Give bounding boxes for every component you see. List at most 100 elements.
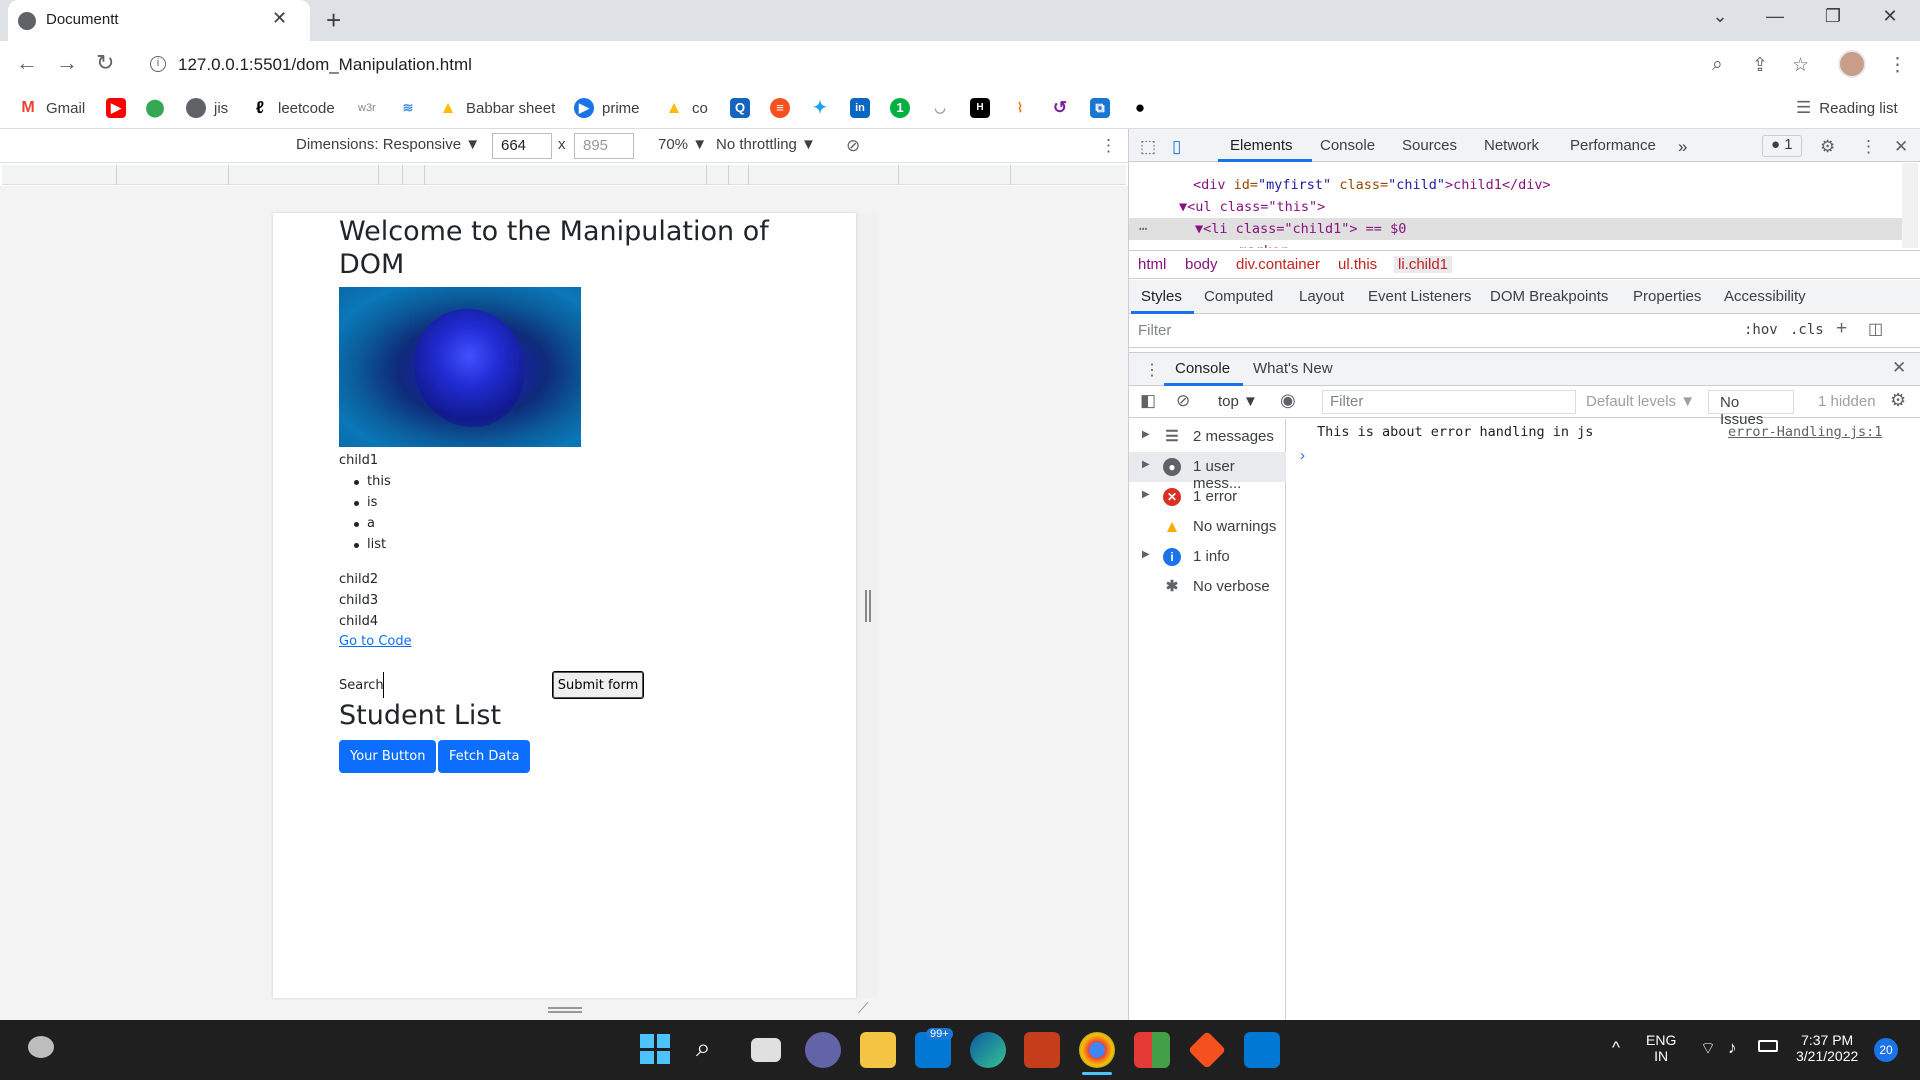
tab-properties[interactable]: Properties [1633,288,1701,305]
dom-line-div[interactable]: <div id="myfirst" class="child">child1</… [1129,174,1904,196]
go-to-code-link[interactable]: Go to Code [339,634,412,649]
dom-line-li-selected[interactable]: ▼<li class="child1"> == $0 [1129,218,1904,240]
sidebar-item-verbose[interactable]: ✱ No verbose [1129,572,1286,602]
styles-filter-input[interactable]: Filter [1138,322,1171,339]
bookmark-app-icon[interactable]: Q [730,98,750,118]
resize-handle-right[interactable] [865,590,871,622]
issues-badge[interactable]: ● 1 [1762,135,1802,157]
bookmark-gmail[interactable]: M Gmail [18,96,85,120]
console-prompt[interactable]: › [1300,447,1305,464]
back-icon[interactable]: ← [16,50,38,76]
close-drawer-icon[interactable]: ✕ [1892,358,1906,378]
share-icon[interactable]: ⇪ [1752,54,1768,77]
height-input[interactable]: 895 [574,133,634,159]
expand-arrow-icon[interactable]: ▶ [1142,489,1150,500]
search-input[interactable] [383,672,551,698]
add-rule-icon[interactable]: + [1836,318,1847,340]
wifi-icon[interactable]: ⌔ [1700,1038,1716,1059]
bookmark-app-icon[interactable]: ⌇ [1010,98,1030,118]
sidebar-item-messages[interactable]: ▶ ☰ 2 messages [1129,422,1286,452]
reload-icon[interactable]: ↻ [96,50,114,76]
bookmark-jis[interactable]: jis [186,96,228,120]
sidebar-item-warnings[interactable]: ▲ No warnings [1129,512,1286,542]
battery-icon[interactable] [1758,1040,1778,1052]
chrome-icon[interactable] [1079,1032,1115,1068]
breadcrumb-item[interactable]: html [1138,256,1166,273]
bookmark-leetcode[interactable]: ℓ leetcode [250,96,335,120]
tab-layout[interactable]: Layout [1299,288,1344,305]
youtube-icon[interactable]: ▶ [106,98,126,118]
expand-arrow-icon[interactable]: ▶ [1142,459,1150,470]
maximize-button[interactable]: ❐ [1813,6,1853,27]
start-icon[interactable] [640,1034,670,1064]
reading-list-button[interactable]: ☰ Reading list [1796,96,1898,120]
tab-elements[interactable]: Elements [1230,137,1293,154]
submit-form-button[interactable]: Submit form [552,671,644,699]
device-more-icon[interactable]: ⋮ [1100,136,1117,156]
search-icon[interactable]: ⌕ [696,1032,711,1064]
wave-icon[interactable]: ≋ [398,98,418,118]
tab-dom-breakpoints[interactable]: DOM Breakpoints [1490,288,1608,305]
zoom-icon[interactable]: ⌕ [1712,54,1723,76]
vscode-icon[interactable] [1244,1032,1280,1068]
teams-chat-icon[interactable] [805,1032,841,1068]
dom-ellipsis-icon[interactable]: ⋯ [1129,218,1159,240]
rotate-icon[interactable]: ⊘ [846,136,860,156]
resize-handle-bottom[interactable] [548,1007,582,1013]
linkedin-icon[interactable]: in [850,98,870,118]
sidebar-item-errors[interactable]: ▶ ✕ 1 error [1129,482,1286,512]
dimensions-select[interactable]: Dimensions: Responsive ▼ [296,136,480,153]
breadcrumb-item-selected[interactable]: li.child1 [1394,256,1453,273]
chevron-up-icon[interactable]: ^ [1612,1038,1620,1058]
bookmark-app-icon[interactable]: ⧉ [1090,98,1110,118]
store-icon[interactable] [1134,1032,1170,1068]
bookmark-star-icon[interactable]: ☆ [1792,54,1809,77]
default-levels-select[interactable]: Default levels ▼ [1586,393,1695,410]
forward-icon[interactable]: → [56,50,78,76]
tab-styles[interactable]: Styles [1141,288,1182,305]
task-view-icon[interactable] [751,1038,781,1062]
close-window-button[interactable]: ✕ [1870,6,1910,27]
context-select[interactable]: top ▼ [1218,393,1258,410]
breadcrumb-item[interactable]: ul.this [1338,256,1377,273]
new-tab-button[interactable]: + [326,5,341,36]
cls-toggle[interactable]: .cls [1790,322,1824,338]
clock[interactable]: 7:37 PM 3/21/2022 [1796,1032,1858,1064]
tab-event-listeners[interactable]: Event Listeners [1368,288,1471,305]
dom-line-ul[interactable]: ▼<ul class="this"> [1129,196,1904,218]
url-text[interactable]: 127.0.0.1:5501/dom_Manipulation.html [178,55,472,75]
bookmark-co[interactable]: ▲ co [664,96,708,120]
site-info-icon[interactable]: i [150,56,166,72]
toggle-sidebar-icon[interactable]: ◫ [1868,319,1883,339]
fetch-data-button[interactable]: Fetch Data [438,740,531,773]
dom-line-marker[interactable]: ::marker [1129,240,1904,248]
devtools-menu-icon[interactable]: ⋮ [1860,137,1877,157]
your-button[interactable]: Your Button [339,740,437,773]
notifications-badge[interactable]: 20 [1874,1038,1898,1062]
sidebar-toggle-icon[interactable]: ◧ [1140,391,1156,411]
menu-icon[interactable]: ⋮ [1888,54,1907,77]
minimize-button[interactable]: — [1755,6,1795,27]
bookmark-app-icon[interactable]: H [970,98,990,118]
tab-sources[interactable]: Sources [1402,137,1457,154]
powerpoint-icon[interactable] [1024,1032,1060,1068]
volume-icon[interactable]: ♪ [1728,1038,1737,1058]
bookmark-app-icon[interactable]: ↺ [1050,98,1070,118]
weather-icon[interactable] [28,1036,54,1058]
live-expression-eye-icon[interactable]: ◉ [1280,390,1296,411]
tab-network[interactable]: Network [1484,137,1539,154]
drawer-tab-console[interactable]: Console [1175,360,1230,377]
bookmark-app-icon[interactable]: 1 [890,98,910,118]
device-toggle-icon[interactable]: ▯ [1172,137,1181,157]
github-icon[interactable]: ● [1130,98,1150,118]
console-source-link[interactable]: error-Handling.js:1 [1728,424,1882,440]
close-tab-icon[interactable]: ✕ [272,8,287,29]
tab-accessibility[interactable]: Accessibility [1724,288,1806,305]
breadcrumb-item[interactable]: body [1185,256,1218,273]
inspect-element-icon[interactable]: ⬚ [1140,137,1156,157]
media-query-ruler[interactable] [2,165,1126,185]
drawer-menu-icon[interactable]: ⋮ [1144,360,1160,380]
tab-console[interactable]: Console [1320,137,1375,154]
tab-search-icon[interactable]: ⌄ [1700,6,1740,27]
throttling-select[interactable]: No throttling ▼ [716,136,816,153]
